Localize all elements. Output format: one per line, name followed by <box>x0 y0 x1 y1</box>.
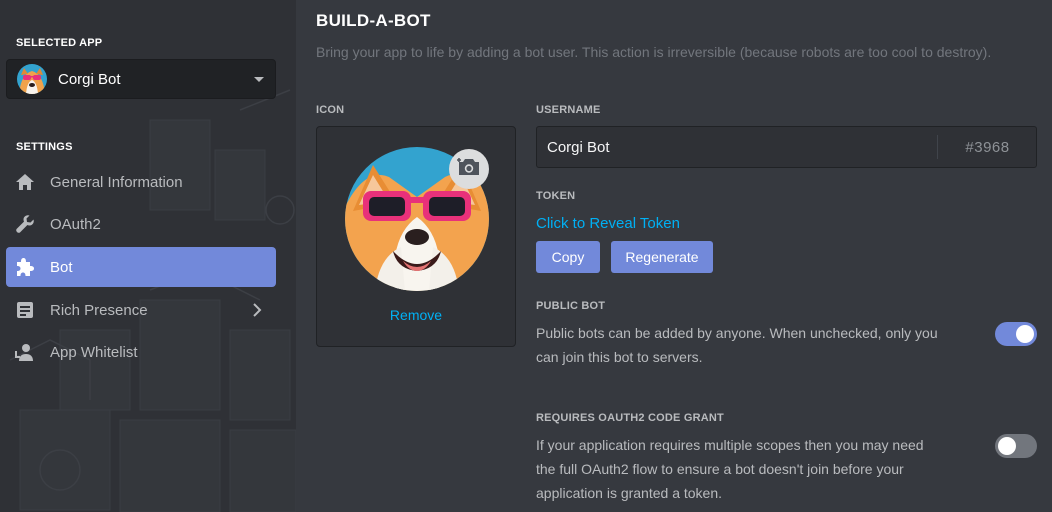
page-title: BUILD-A-BOT <box>316 11 431 30</box>
sidebar-item-label: General Information <box>50 173 183 191</box>
chevron-right-icon <box>252 303 262 322</box>
sidebar-item-label: App Whitelist <box>50 343 138 361</box>
oauth-grant-toggle[interactable] <box>995 434 1037 458</box>
main-content: BUILD-A-BOT Bring your app to life by ad… <box>296 0 1052 512</box>
document-icon <box>14 299 36 321</box>
public-bot-toggle[interactable] <box>995 322 1037 346</box>
upload-photo-button[interactable] <box>449 149 489 189</box>
discriminator: #3968 <box>937 135 1037 159</box>
token-label: TOKEN <box>536 190 576 202</box>
home-icon <box>14 171 36 193</box>
regenerate-button[interactable]: Regenerate <box>611 241 713 273</box>
sidebar-item-label: Rich Presence <box>50 301 148 319</box>
icon-label: ICON <box>316 104 345 116</box>
app-selector[interactable]: Corgi Bot <box>6 59 276 99</box>
wrench-icon <box>14 213 36 235</box>
username-input[interactable] <box>537 127 937 167</box>
oauth-grant-desc-line: application is granted a token. <box>536 485 723 501</box>
public-bot-label: PUBLIC BOT <box>536 300 606 312</box>
oauth-grant-description: If your application requires multiple sc… <box>536 433 924 505</box>
sidebar: SELECTED APP Corgi Bot SETTINGS General … <box>0 0 296 512</box>
puzzle-icon <box>14 256 36 278</box>
user-icon <box>14 341 36 363</box>
remove-icon-link[interactable]: Remove <box>317 307 515 323</box>
public-bot-desc-line: Public bots can be added by anyone. When… <box>536 325 938 341</box>
selected-app-label: SELECTED APP <box>16 37 103 49</box>
sidebar-item-label: OAuth2 <box>50 215 101 233</box>
username-field: #3968 <box>536 126 1037 168</box>
camera-icon <box>457 157 481 182</box>
oauth-grant-desc-line: If your application requires multiple sc… <box>536 437 924 453</box>
reveal-token-link[interactable]: Click to Reveal Token <box>536 215 680 232</box>
oauth-grant-label: REQUIRES OAUTH2 CODE GRANT <box>536 412 724 424</box>
sidebar-item-general-information[interactable]: General Information <box>6 162 276 202</box>
page-description: Bring your app to life by adding a bot u… <box>316 44 992 60</box>
oauth-grant-desc-line: the full OAuth2 flow to ensure a bot doe… <box>536 461 904 477</box>
public-bot-description: Public bots can be added by anyone. When… <box>536 321 938 369</box>
toggle-knob <box>1016 325 1034 343</box>
username-label: USERNAME <box>536 104 601 116</box>
public-bot-desc-line: can join this bot to servers. <box>536 349 703 365</box>
icon-uploader[interactable]: Remove <box>316 126 516 347</box>
sidebar-item-label: Bot <box>50 258 73 276</box>
sidebar-item-bot[interactable]: Bot <box>6 247 276 287</box>
sidebar-item-oauth2[interactable]: OAuth2 <box>6 204 276 244</box>
app-name: Corgi Bot <box>58 70 121 88</box>
sidebar-item-rich-presence[interactable]: Rich Presence <box>6 290 276 330</box>
sidebar-item-app-whitelist[interactable]: App Whitelist <box>6 332 276 372</box>
chevron-down-icon <box>254 77 264 82</box>
app-avatar <box>17 64 47 94</box>
toggle-knob <box>998 437 1016 455</box>
copy-button[interactable]: Copy <box>536 241 600 273</box>
settings-label: SETTINGS <box>16 141 73 153</box>
